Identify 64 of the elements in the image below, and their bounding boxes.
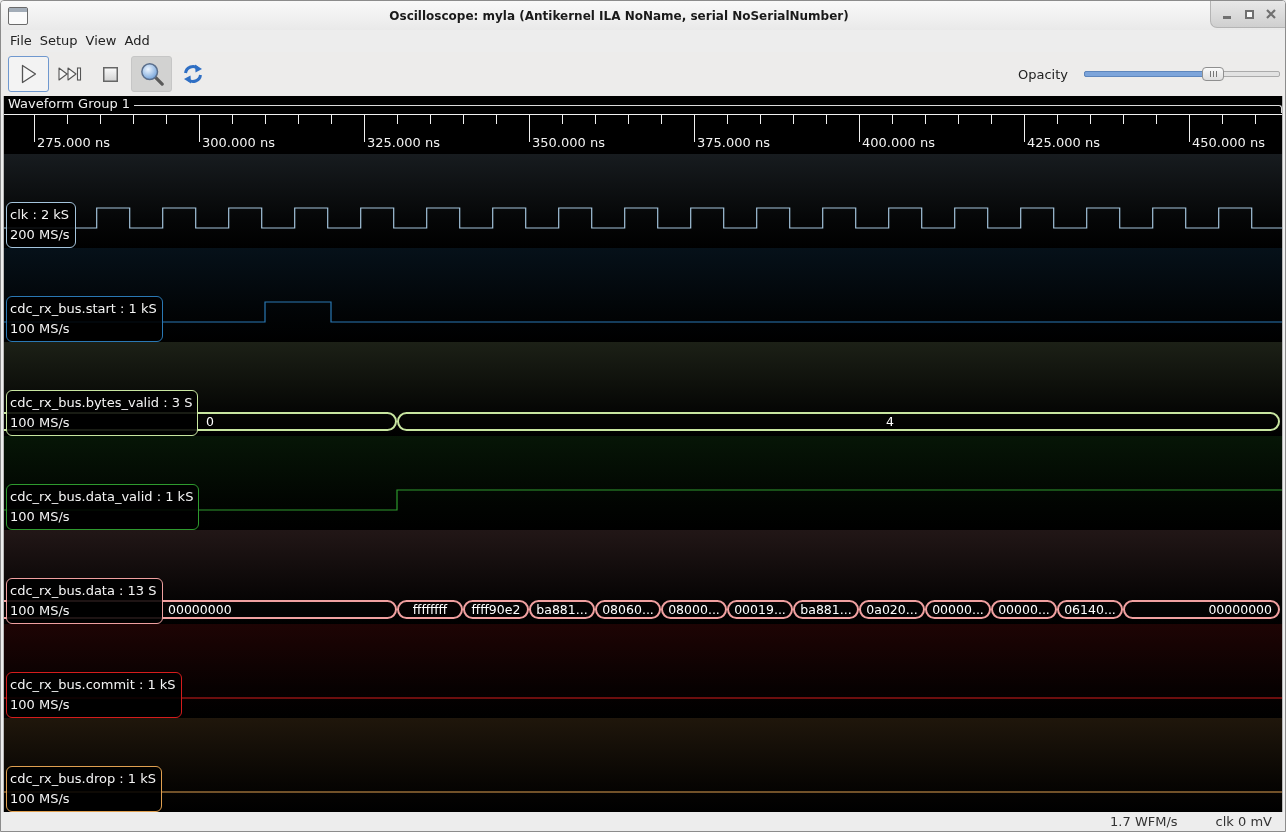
window-icon: [8, 6, 28, 25]
bus-value-segment: 08060...: [595, 600, 661, 619]
time-label: 425.000 ns: [1027, 135, 1100, 150]
group-title: Waveform Group 1: [7, 96, 131, 112]
status-text: 1.7 WFM/s: [1110, 814, 1178, 829]
status-text: clk 0 mV: [1215, 814, 1272, 829]
channel-name: cdc_rx_bus.data : 13 S: [10, 582, 157, 600]
bus-value-segment: ffff90e2: [463, 600, 529, 619]
bus-value-segment: 00000...: [925, 600, 991, 619]
time-label: 450.000 ns: [1192, 135, 1265, 150]
minimize-icon: [1223, 15, 1231, 19]
zoom-button[interactable]: [131, 56, 172, 92]
menu-item[interactable]: Setup: [35, 31, 82, 51]
slider-handle[interactable]: [1202, 67, 1225, 81]
menu-item[interactable]: File: [6, 31, 36, 51]
bus-value-segment: ba881...: [793, 600, 859, 619]
channel-name: clk : 2 kS: [10, 206, 70, 224]
channel-label[interactable]: cdc_rx_bus.drop : 1 kS 100 MS/s: [6, 766, 162, 812]
bus-value-segment: 00019...: [727, 600, 793, 619]
channel-label[interactable]: clk : 2 kS 200 MS/s: [6, 202, 76, 248]
channel-name: cdc_rx_bus.drop : 1 kS: [10, 770, 156, 788]
menu-item[interactable]: View: [81, 31, 121, 51]
refresh-icon: [181, 63, 204, 85]
opacity-label: Opacity: [1018, 66, 1068, 82]
sample-rate: 100 MS/s: [10, 790, 71, 808]
sample-rate: 100 MS/s: [10, 602, 71, 620]
menu-item[interactable]: Add: [120, 31, 154, 51]
time-label: 375.000 ns: [697, 135, 770, 150]
time-label: 350.000 ns: [532, 135, 605, 150]
channel-name: cdc_rx_bus.start : 1 kS: [10, 300, 157, 318]
maximize-icon: [1244, 9, 1254, 19]
channel-name: cdc_rx_bus.data_valid : 1 kS: [10, 488, 194, 506]
channel-name: cdc_rx_bus.commit : 1 kS: [10, 676, 176, 694]
sample-rate: 100 MS/s: [10, 508, 71, 526]
time-label: 275.000 ns: [37, 135, 110, 150]
time-label: 400.000 ns: [862, 135, 935, 150]
magnifier-icon: [139, 62, 164, 86]
window-title: Oscilloscope: myla (Antikernel ILA NoName, serial NoSerialNumber): [388, 8, 850, 23]
channel-label[interactable]: cdc_rx_bus.bytes_valid : 3 S 100 MS/s: [6, 390, 199, 436]
bus-value-segment: 00000000: [1123, 600, 1280, 619]
sample-rate: 100 MS/s: [10, 320, 71, 338]
time-label: 300.000 ns: [202, 135, 275, 150]
sample-rate: 200 MS/s: [10, 226, 70, 244]
channel-label[interactable]: cdc_rx_bus.commit : 1 kS 100 MS/s: [6, 672, 182, 718]
skip-forward-icon: [57, 67, 82, 81]
close-icon: [1266, 9, 1276, 19]
bus-value-segment: 4: [397, 412, 1280, 431]
channel-label[interactable]: cdc_rx_bus.start : 1 kS 100 MS/s: [6, 296, 163, 342]
play-button[interactable]: [8, 56, 49, 92]
bus-value-segment: ffffffff: [397, 600, 463, 619]
bus-value-segment: 00000...: [991, 600, 1057, 619]
play-icon: [20, 64, 37, 84]
stop-icon: [103, 66, 118, 82]
channel-name: cdc_rx_bus.bytes_valid : 3 S: [10, 394, 193, 412]
bus-value-segment: 0a020...: [859, 600, 925, 619]
bus-value-segment: ba881...: [529, 600, 595, 619]
time-label: 325.000 ns: [367, 135, 440, 150]
channel-label[interactable]: cdc_rx_bus.data : 13 S 100 MS/s: [6, 578, 163, 624]
sample-rate: 100 MS/s: [10, 414, 71, 432]
bus-value-segment: 08000...: [661, 600, 727, 619]
opacity-slider[interactable]: [1084, 67, 1280, 81]
channel-label[interactable]: cdc_rx_bus.data_valid : 1 kS 100 MS/s: [6, 484, 200, 530]
bus-value-segment: 06140...: [1057, 600, 1123, 619]
sample-rate: 100 MS/s: [10, 696, 71, 714]
